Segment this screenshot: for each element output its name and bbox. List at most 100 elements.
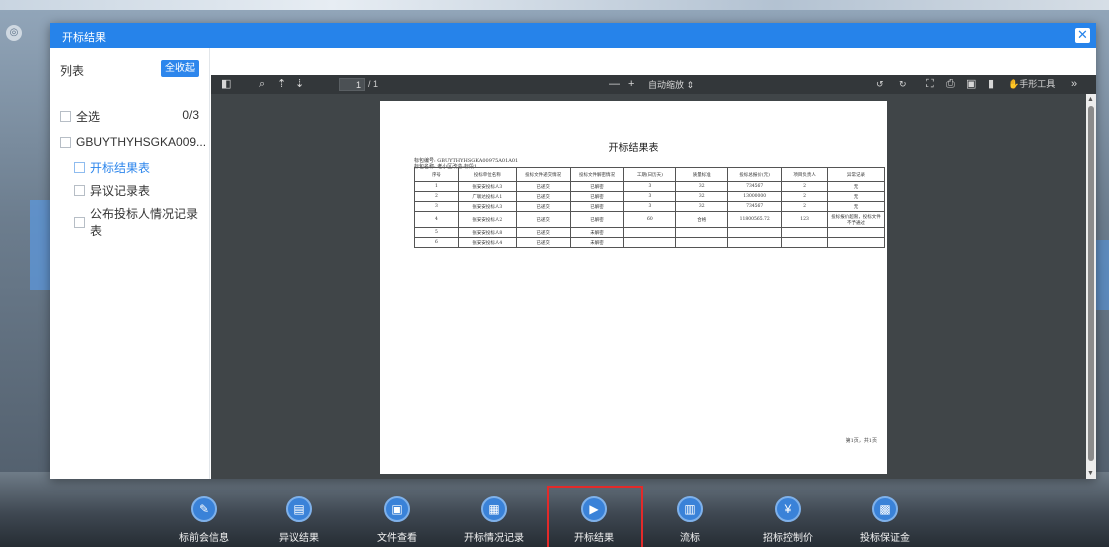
- zoom-select-label: 自动缩放: [648, 80, 685, 90]
- result-icon: ▶: [581, 496, 607, 522]
- collapse-all-button[interactable]: 全收起: [161, 60, 199, 77]
- table-cell: [827, 237, 885, 248]
- table-row: 3 张安安投标人3 已递交 已解密 3 32 734567 2 无: [414, 201, 885, 212]
- nav-label: 投标保证金: [860, 533, 910, 544]
- bottom-nav: ✎ 标前会信息 ▤ 异议结果 ▣ 文件查看 ▦ 开标情况记录 ▶ 开标结果 ▥ …: [0, 486, 1109, 547]
- nav-opening-result[interactable]: ▶ 开标结果: [547, 486, 643, 547]
- hand-tool-button[interactable]: ✋手形工具: [1008, 78, 1055, 91]
- table-cell: 广联达投标人1: [457, 191, 517, 202]
- table-cell: [623, 237, 677, 248]
- table-cell: [781, 237, 829, 248]
- print-icon[interactable]: ⎙: [946, 78, 955, 91]
- selection-count: 0/3: [182, 108, 199, 122]
- table-cell: 734567: [727, 181, 783, 192]
- scroll-up-icon[interactable]: ▲: [1087, 96, 1094, 103]
- table-cell: 已解密: [569, 201, 625, 212]
- table-cell: 张安安投标人8: [457, 227, 517, 238]
- nav-pre-bid-meeting[interactable]: ✎ 标前会信息: [169, 496, 239, 544]
- table-cell: 3: [623, 201, 677, 212]
- table-cell: 张安安投标人4: [457, 237, 517, 248]
- document-title: 开标结果表: [608, 143, 659, 154]
- download-icon[interactable]: ▣: [966, 78, 976, 91]
- tree-item-bidder-table[interactable]: 公布投标人情况记录表: [74, 205, 209, 239]
- scroll-thumb[interactable]: [1088, 106, 1094, 461]
- column-header: 异常记录: [827, 167, 885, 182]
- nav-bid-deposit[interactable]: ▩ 投标保证金: [850, 496, 920, 544]
- info-icon[interactable]: ◎: [6, 25, 22, 41]
- more-tools-icon[interactable]: »: [1071, 78, 1077, 91]
- nav-failed-bid[interactable]: ▥ 流标: [655, 496, 725, 544]
- sidebar-toggle-icon[interactable]: ◧: [221, 78, 231, 91]
- column-header: 投标文件解密情况: [569, 167, 625, 182]
- edit-icon: ✎: [191, 496, 217, 522]
- column-header: 序号: [414, 167, 459, 182]
- table-cell: 1: [414, 181, 459, 192]
- tree-item-bid-result-table[interactable]: 开标结果表: [74, 159, 150, 176]
- checkbox-icon[interactable]: [60, 136, 71, 148]
- table-cell: 3: [623, 191, 677, 202]
- table-row: 1 张安安投标人3 已递交 已解密 3 32 734567 2 无: [414, 181, 885, 192]
- table-cell: [827, 227, 885, 238]
- close-icon[interactable]: ✕: [1075, 28, 1090, 43]
- record-icon: ▦: [481, 496, 507, 522]
- nav-label: 文件查看: [377, 533, 417, 544]
- table-cell: 2: [414, 191, 459, 202]
- table-cell: 张安安投标人2: [457, 211, 517, 228]
- scroll-down-icon[interactable]: ▼: [1087, 470, 1094, 477]
- table-cell: 已解密: [569, 181, 625, 192]
- table-cell: 734567: [727, 201, 783, 212]
- tree-item-objection-table[interactable]: 异议记录表: [74, 182, 150, 199]
- checkbox-icon[interactable]: [60, 111, 71, 122]
- nav-opening-record[interactable]: ▦ 开标情况记录: [459, 496, 529, 544]
- rotate-cw-icon[interactable]: ↻: [899, 78, 907, 91]
- table-cell: 已递交: [515, 181, 571, 192]
- hand-tool-label: 手形工具: [1019, 79, 1056, 89]
- table-row: 4 张安安投标人2 已递交 已解密 60 合格 11800565.72 123 …: [414, 211, 885, 228]
- result-modal: 开标结果 ✕ 列表 全收起 全选 0/3 GBUYTHYHSGKA009... …: [50, 23, 1096, 479]
- modal-header: 开标结果 ✕: [50, 23, 1096, 48]
- table-cell: 4: [414, 211, 459, 228]
- select-all-label: 全选: [76, 110, 101, 124]
- table-cell: 3: [414, 201, 459, 212]
- select-all-checkbox[interactable]: 全选: [60, 108, 100, 125]
- nav-label: 标前会信息: [179, 533, 229, 544]
- doc-icon: ▥: [677, 496, 703, 522]
- checkbox-icon[interactable]: [74, 162, 85, 173]
- column-header: 质量标准: [675, 167, 729, 182]
- nav-file-view[interactable]: ▣ 文件查看: [362, 496, 432, 544]
- nav-label: 异议结果: [279, 533, 319, 544]
- zoom-out-icon[interactable]: —: [609, 78, 620, 91]
- tree-group[interactable]: GBUYTHYHSGKA009... ⌄: [60, 135, 219, 149]
- table-cell: 32: [675, 181, 729, 192]
- table-cell: 合格: [675, 211, 729, 228]
- table-cell: 5: [414, 227, 459, 238]
- rotate-ccw-icon[interactable]: ↺: [876, 78, 884, 91]
- nav-control-price[interactable]: ¥ 招标控制价: [753, 496, 823, 544]
- table-cell: 13000000: [727, 191, 783, 202]
- page-number-input[interactable]: 1: [339, 78, 365, 91]
- table-cell: 60: [623, 211, 677, 228]
- fullscreen-icon[interactable]: ⛶: [926, 78, 934, 91]
- file-icon: ▣: [384, 496, 410, 522]
- checkbox-icon[interactable]: [74, 185, 85, 196]
- table-cell: 32: [675, 191, 729, 202]
- checkbox-icon[interactable]: [74, 216, 85, 228]
- search-icon[interactable]: ⌕: [259, 78, 265, 91]
- background-left-glow: [30, 200, 50, 290]
- nav-label: 开标结果: [574, 533, 614, 544]
- table-row: 2 广联达投标人1 已递交 已解密 3 32 13000000 2 无: [414, 191, 885, 202]
- previous-page-icon[interactable]: ⇡: [277, 78, 286, 91]
- table-cell: 张安安投标人3: [457, 201, 517, 212]
- next-page-icon[interactable]: ⇣: [295, 78, 304, 91]
- modal-title: 开标结果: [62, 32, 106, 44]
- column-header: 项目负责人: [781, 167, 829, 182]
- nav-objection-result[interactable]: ▤ 异议结果: [264, 496, 334, 544]
- table-cell: [623, 227, 677, 238]
- zoom-in-icon[interactable]: +: [628, 78, 634, 91]
- pdf-page: 开标结果表 标包编号: GBUYTHYHSGKA00975A01A01 标包名称…: [380, 101, 887, 474]
- zoom-select[interactable]: 自动缩放 ⇕: [648, 78, 694, 91]
- bookmark-icon[interactable]: ▮: [988, 78, 994, 91]
- vertical-scrollbar[interactable]: ▲ ▼: [1086, 94, 1096, 479]
- card-icon: ▤: [286, 496, 312, 522]
- table-cell: 2: [781, 191, 829, 202]
